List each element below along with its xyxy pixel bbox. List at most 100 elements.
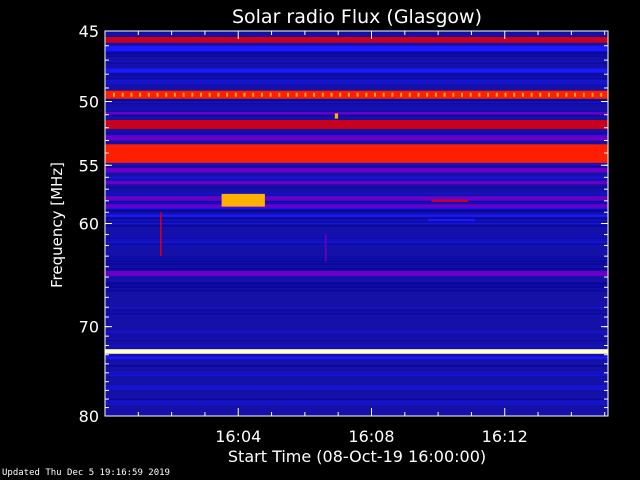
noise-streak: [105, 284, 608, 287]
band: [105, 36, 608, 43]
burst: [221, 193, 265, 207]
band: [105, 68, 608, 73]
noise-streak: [105, 269, 608, 271]
band-dot: [173, 92, 176, 97]
band: [105, 144, 608, 163]
band: [105, 167, 608, 173]
band-dot: [182, 92, 185, 97]
y-tick-label: 50: [79, 93, 99, 112]
noise-streak: [105, 166, 608, 168]
band-dot: [278, 92, 281, 97]
noise-streak: [105, 267, 608, 270]
noise-streak: [105, 340, 608, 342]
band-dot: [382, 92, 385, 97]
band: [105, 45, 608, 52]
burst: [428, 219, 475, 222]
noise-streak: [105, 282, 608, 285]
band-dot: [443, 92, 446, 97]
band: [105, 349, 608, 354]
band-dot: [121, 92, 124, 97]
band-dot: [191, 92, 194, 97]
noise-streak: [105, 265, 608, 267]
noise-streak: [105, 80, 608, 83]
band: [105, 196, 608, 201]
noise-streak: [105, 331, 608, 333]
band-dot: [565, 92, 568, 97]
noise-streak: [105, 263, 608, 266]
band-dot: [339, 92, 342, 97]
band: [105, 112, 608, 115]
noise-streak: [105, 256, 608, 259]
noise-streak: [105, 176, 608, 179]
band: [105, 180, 608, 185]
band-dot: [469, 92, 472, 97]
band-dot: [330, 92, 333, 97]
band-dot: [461, 92, 463, 97]
burst: [431, 199, 469, 202]
band-dot: [269, 92, 272, 97]
noise-streak: [105, 217, 608, 220]
band-dot: [400, 92, 403, 97]
noise-streak: [105, 101, 608, 104]
noise-streak: [105, 163, 608, 165]
band-dot: [252, 92, 255, 97]
noise-streak: [105, 344, 608, 347]
band-dot: [113, 92, 115, 97]
band-dot: [200, 92, 202, 97]
band-dot: [539, 92, 542, 97]
noise-streak: [105, 402, 608, 406]
noise-streak: [105, 60, 608, 62]
chart-title: Solar radio Flux (Glasgow): [232, 6, 482, 28]
band-dot: [513, 92, 516, 97]
band-dot: [365, 92, 368, 97]
noise-streak: [105, 62, 608, 64]
band: [105, 120, 608, 130]
band-dot: [295, 92, 298, 97]
noise-streak: [105, 260, 608, 263]
noise-streak: [105, 219, 608, 221]
noise-streak: [105, 240, 608, 243]
burst: [334, 113, 339, 119]
noise-streak: [105, 186, 608, 189]
y-axis-label: Frequency [MHz]: [48, 162, 66, 288]
noise-streak: [105, 82, 608, 85]
y-tick-label: 80: [79, 407, 99, 426]
noise-streak: [105, 210, 608, 213]
band-dot: [226, 92, 229, 97]
band-dot: [408, 92, 411, 97]
noise-streak: [105, 313, 608, 315]
band-dot: [574, 92, 577, 97]
noise-streak: [105, 335, 608, 337]
band-dot: [130, 92, 133, 97]
band-dot: [304, 92, 307, 97]
band-dot: [521, 92, 524, 97]
noise-streak: [105, 74, 608, 76]
noise-streak: [105, 245, 608, 247]
band-dot: [591, 92, 594, 97]
noise-streak: [105, 98, 608, 102]
band-dot: [504, 92, 507, 97]
band-dot: [582, 92, 585, 97]
noise-streak: [105, 234, 608, 236]
band-dot: [417, 92, 420, 97]
band-dot: [260, 92, 263, 97]
noise-streak: [105, 224, 608, 227]
band-dot: [495, 92, 498, 97]
y-tick-label: 60: [79, 215, 99, 234]
burst: [160, 212, 162, 257]
band-dot: [434, 92, 437, 97]
noise-streak: [105, 133, 608, 135]
band: [105, 135, 608, 141]
band-dot: [548, 92, 550, 97]
y-tick-label: 45: [79, 22, 99, 41]
band-dot: [208, 92, 211, 97]
band: [105, 204, 608, 208]
noise-streak: [105, 55, 608, 57]
band-dot: [426, 92, 429, 97]
noise-streak: [105, 221, 608, 223]
noise-streak: [105, 387, 608, 390]
y-tick-label: 55: [79, 156, 99, 175]
noise-streak: [105, 310, 608, 312]
band-dot: [347, 92, 350, 97]
band-dot: [356, 92, 359, 97]
